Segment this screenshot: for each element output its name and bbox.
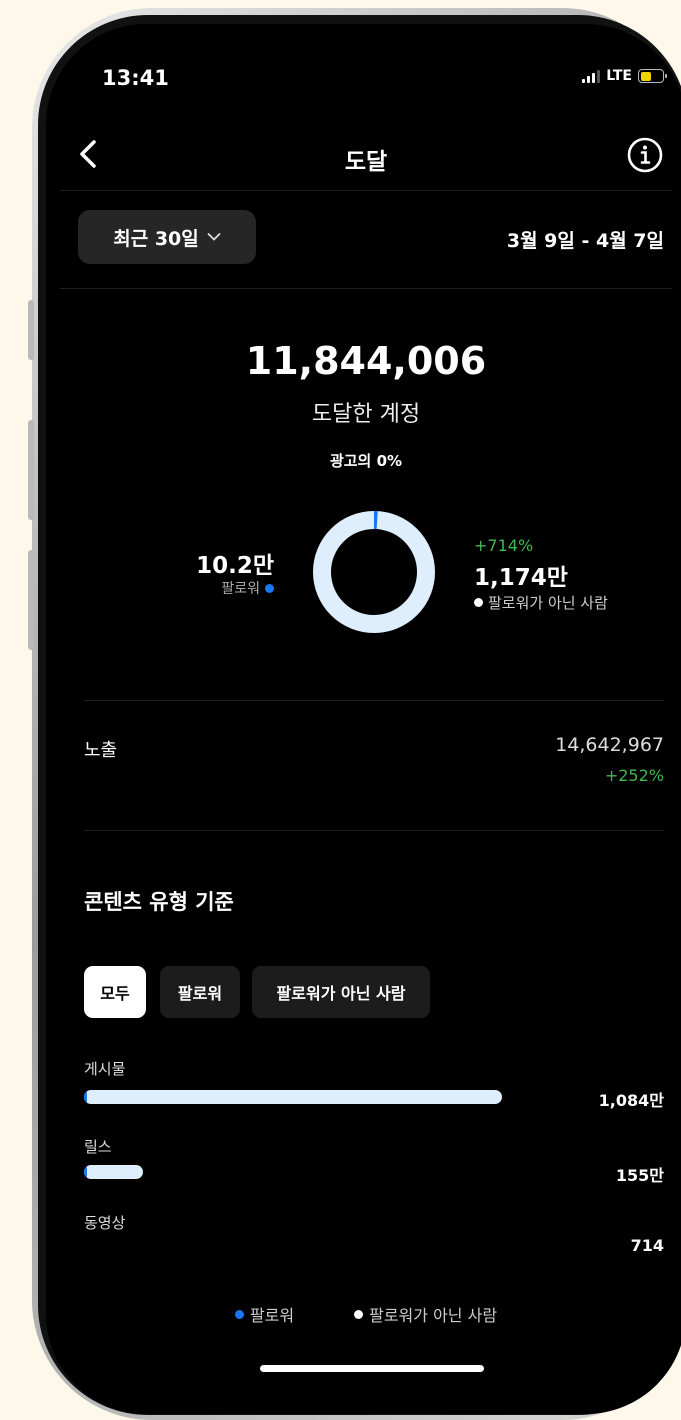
- impressions-value: 14,642,967: [555, 734, 664, 756]
- content-row-bar: [84, 1090, 502, 1104]
- screen: 13:41 LTE 도달 최근 30일 3월 9일 - 4월 7일 11,844…: [46, 24, 681, 1414]
- content-row-value: 155만: [615, 1166, 664, 1185]
- non-followers-legend: 팔로워가 아닌 사람: [474, 592, 608, 613]
- filter-followers[interactable]: 팔로워: [160, 966, 240, 1018]
- legend-non-followers: 팔로워가 아닌 사람: [354, 1302, 497, 1326]
- page-title: 도달: [344, 149, 388, 175]
- side-button: [28, 300, 34, 360]
- divider: [60, 190, 672, 191]
- side-button: [28, 550, 34, 650]
- followers-value: 10.2만: [196, 553, 274, 579]
- side-button: [28, 420, 34, 520]
- non-follower-dot-icon: [354, 1309, 364, 1319]
- non-followers-change: +714%: [474, 536, 534, 555]
- date-range: 3월 9일 - 4월 7일: [506, 230, 664, 252]
- content-row-label: 릴스: [84, 1138, 112, 1156]
- ads-share-label: 광고의 0%: [329, 452, 403, 470]
- content-row-label: 게시물: [84, 1060, 126, 1078]
- legend-followers-label: 팔로워: [249, 1306, 295, 1325]
- chart-legend: 팔로워 팔로워가 아닌 사람: [46, 1302, 681, 1326]
- donut-non-followers: [313, 511, 435, 633]
- followers-legend: 팔로워: [221, 578, 274, 598]
- content-row-value: 714: [630, 1236, 664, 1255]
- content-row-bar: [84, 1165, 143, 1179]
- info-icon: [627, 137, 663, 173]
- filter-all[interactable]: 모두: [84, 966, 146, 1018]
- period-label: 최근 30일: [113, 227, 199, 250]
- divider: [84, 700, 664, 701]
- info-button[interactable]: [626, 136, 664, 174]
- network-label: LTE: [606, 68, 632, 84]
- legend-followers: 팔로워: [234, 1302, 295, 1326]
- content-row-value: 1,084만: [598, 1091, 664, 1110]
- status-indicators: LTE: [582, 68, 667, 84]
- impressions-label: 노출: [84, 740, 118, 761]
- followers-label: 팔로워: [221, 581, 260, 597]
- divider: [84, 830, 664, 831]
- signal-icon: [582, 69, 601, 83]
- follower-dot-icon: [234, 1309, 244, 1319]
- audience-donut-chart: [313, 511, 435, 633]
- content-row-label: 동영상: [84, 1214, 126, 1232]
- non-follower-dot-icon: [474, 598, 483, 607]
- divider: [60, 288, 672, 289]
- non-followers-label: 팔로워가 아닌 사람: [488, 594, 608, 612]
- home-indicator[interactable]: [260, 1365, 484, 1372]
- follower-dot-icon: [265, 583, 274, 593]
- battery-icon: [638, 69, 667, 83]
- filter-non-followers[interactable]: 팔로워가 아닌 사람: [252, 966, 430, 1018]
- non-followers-value: 1,174만: [474, 565, 568, 591]
- period-selector[interactable]: 최근 30일: [78, 210, 256, 264]
- status-time: 13:41: [102, 66, 169, 90]
- impressions-change: +252%: [604, 766, 664, 785]
- legend-non-followers-label: 팔로워가 아닌 사람: [369, 1306, 498, 1325]
- accounts-reached-value: 11,844,006: [245, 339, 487, 383]
- chevron-down-icon: [207, 233, 221, 241]
- accounts-reached-label: 도달한 계정: [311, 402, 421, 427]
- section-title: 콘텐츠 유형 기준: [84, 890, 234, 914]
